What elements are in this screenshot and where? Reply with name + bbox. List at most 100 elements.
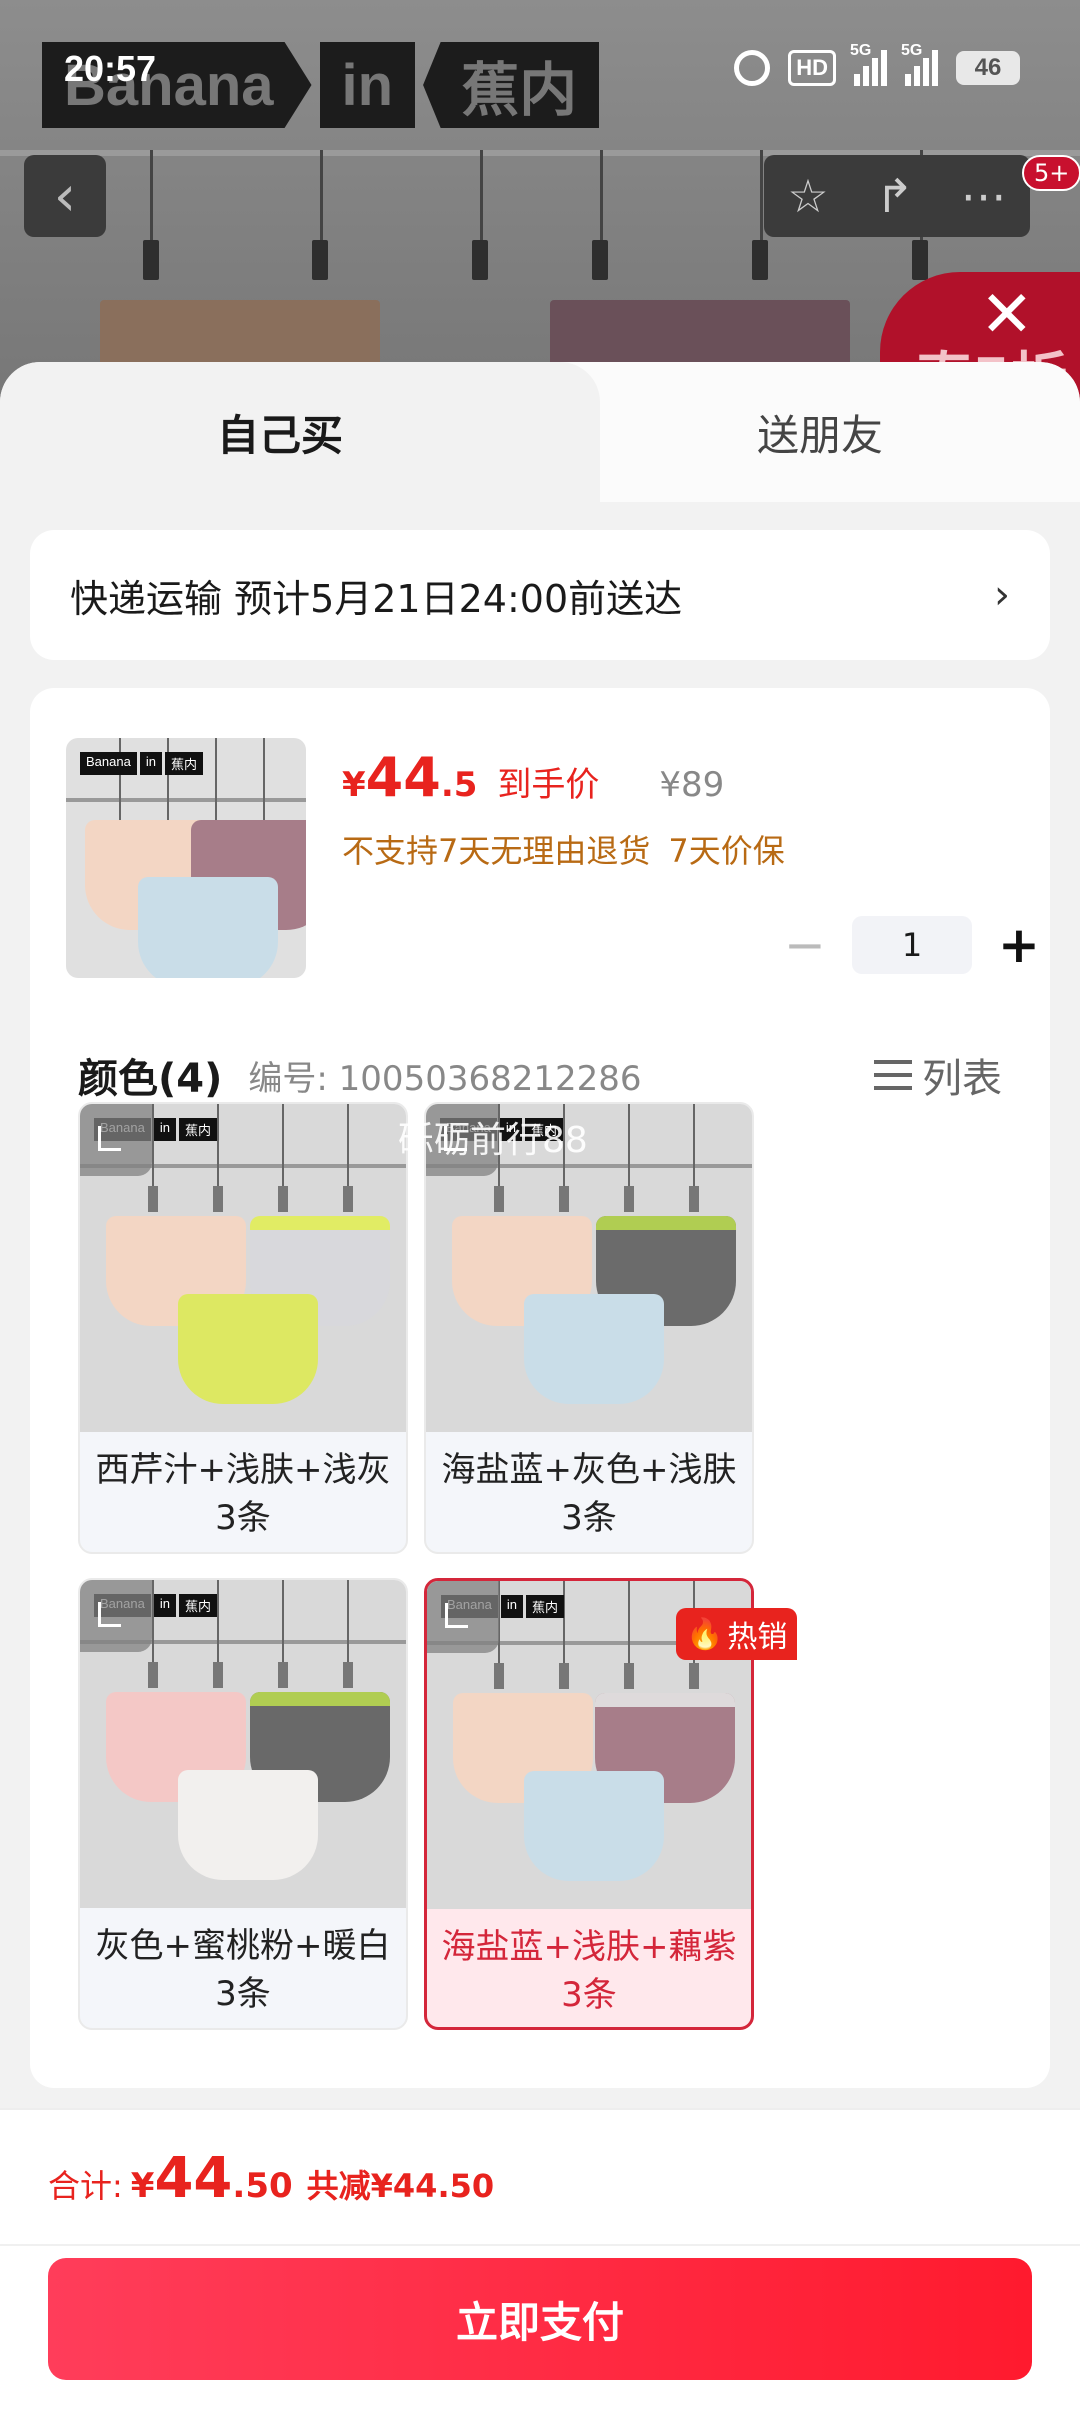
color-option[interactable]: Bananain蕉内海盐蓝+灰色+浅肤3条 [424,1102,754,1554]
hanger-string [563,1581,566,1666]
hanger-string [627,1581,630,1666]
status-time: 20:57 [64,48,157,89]
tab-buy-for-self[interactable]: 自己买 [0,362,560,502]
color-section-header: 颜色(4) 编号: 10050368212286 列表 [78,1046,1002,1104]
hanger-string [216,1104,219,1189]
decrease-quantity-button[interactable]: − [770,916,840,974]
hanger-clip [147,1186,158,1212]
original-price: ¥89 [659,765,725,805]
price-decimal: .5 [440,765,478,805]
hanger-clip [147,1662,158,1688]
hanger-clip [472,240,488,280]
quantity-input[interactable]: 1 [852,916,972,974]
hanger-clip [493,1186,504,1212]
back-button[interactable]: ‹ [24,155,106,237]
product-thumbnail[interactable]: Banana in 蕉内 [66,738,306,978]
watermark-text: 砾砺前行88 [398,1120,588,1161]
network-type: 5G [850,42,872,59]
waistband [595,1215,736,1230]
pay-now-button[interactable]: 立即支付 [48,2258,1032,2380]
price-row: ¥ 44 .5 到手价 ¥89 [342,746,724,809]
hanger-clip [343,1662,354,1688]
brand-logo-text: in [139,752,162,775]
brand-logo-text: in [153,1594,176,1617]
network-type: 5G [901,42,923,59]
color-option-label: 海盐蓝+浅肤+藕紫 3条 [427,1909,751,2027]
hanger-clip [559,1663,570,1689]
hanger-clip [278,1662,289,1688]
brand-logo-text: in [500,1595,523,1618]
color-option[interactable]: Bananain蕉内西芹汁+浅肤+浅灰3条 [78,1102,408,1554]
purchase-sheet: 自己买 送朋友 快递运输 预计5月21日24:00前送达 › Banana in 蕉… [0,362,1080,2412]
color-option-label: 海盐蓝+灰色+浅肤 3条 [426,1432,752,1552]
total-currency: ¥ [130,2166,155,2206]
hanger-clip [343,1186,354,1212]
status-icons: HD 5G 5G 46 [734,42,1020,86]
checkout-footer: 合计: ¥ 44 .50 共减¥44.50 立即支付 [0,2108,1080,2412]
color-option-count: 3条 [561,1975,617,2015]
policy-row: 不支持7天无理由退货 7天价保 [342,826,785,872]
brand-logo-text: 蕉内 [423,42,600,128]
delivery-text: 快递运输 预计5月21日24:00前送达 [70,576,683,621]
product-options-card: Banana in 蕉内 ¥ 44 .5 到手价 ¥89 不支持7天无理由退货 7天… [30,688,1050,2088]
favorite-star-icon[interactable]: ☆ [787,169,828,223]
hanger-string [282,1104,285,1189]
brand-logo-text: 蕉内 [525,1595,564,1618]
top-action-group: ☆ ↱ ⋯ [764,155,1030,237]
list-view-toggle[interactable]: 列表 [874,1046,1002,1104]
price-integer: 44 [365,746,441,809]
expand-icon[interactable] [80,1104,152,1176]
hanger-clip [312,240,328,280]
brand-logo-text: in [153,1118,176,1141]
hanger-string [282,1580,285,1665]
hot-sale-badge: 🔥 热销 [676,1608,798,1660]
color-option[interactable]: Bananain蕉内灰色+蜜桃粉+暖白3条 [78,1578,408,2030]
discount-amount: 共减¥44.50 [306,2167,495,2205]
waistband [249,1215,390,1230]
hanger-clip [494,1663,505,1689]
quantity-stepper: − 1 + [770,916,1054,974]
product-swatch [138,877,278,978]
hanger-string [151,1104,154,1189]
expand-icon[interactable] [80,1580,152,1652]
battery-icon: 46 [956,51,1020,85]
color-option-name: 灰色+蜜桃粉+暖白 [95,1926,391,1966]
color-option-count: 3条 [215,1498,271,1538]
hot-sale-label: 热销 [727,1620,788,1655]
list-label: 列表 [922,1056,1002,1102]
brand-logo-text: 蕉内 [178,1594,217,1617]
chevron-left-icon: ‹ [53,163,77,229]
color-title: 颜色(4) [78,1056,223,1102]
brand-logo-text: Banana [80,752,137,775]
more-icon[interactable]: ⋯ [961,169,1007,223]
hanger-string [166,738,169,823]
brand-logo-text: 蕉内 [164,752,203,775]
color-option-label: 西芹汁+浅肤+浅灰 3条 [80,1432,406,1552]
hanger-string [347,1580,350,1665]
hanger-string [118,738,121,823]
waistband [249,1691,390,1706]
color-option-count: 3条 [561,1498,617,1538]
hanger-clip [212,1186,223,1212]
tab-send-to-friend[interactable]: 送朋友 [560,362,1080,502]
brand-logo: Bananain蕉内 [80,752,203,775]
notification-badge: 5+ [1022,155,1080,191]
hanger-clip [688,1663,699,1689]
total-integer: 44 [154,2146,233,2211]
hanger-clip [558,1186,569,1212]
share-icon[interactable]: ↱ [875,169,914,223]
display-rail [66,798,306,802]
product-swatch [177,1294,318,1405]
waistband [595,1692,736,1707]
hanger-clip [623,1663,634,1689]
expand-icon[interactable] [427,1581,499,1653]
increase-quantity-button[interactable]: + [984,916,1054,974]
color-option-name: 海盐蓝+灰色+浅肤 [441,1450,737,1490]
brand-logo-text: in [319,42,416,128]
delivery-info-row[interactable]: 快递运输 预计5月21日24:00前送达 › [30,530,1050,660]
hanger-clip [592,240,608,280]
return-policy: 不支持7天无理由退货 [342,832,651,870]
hanger-string [151,1580,154,1665]
hanger-string [262,738,265,823]
hanger-clip [752,240,768,280]
